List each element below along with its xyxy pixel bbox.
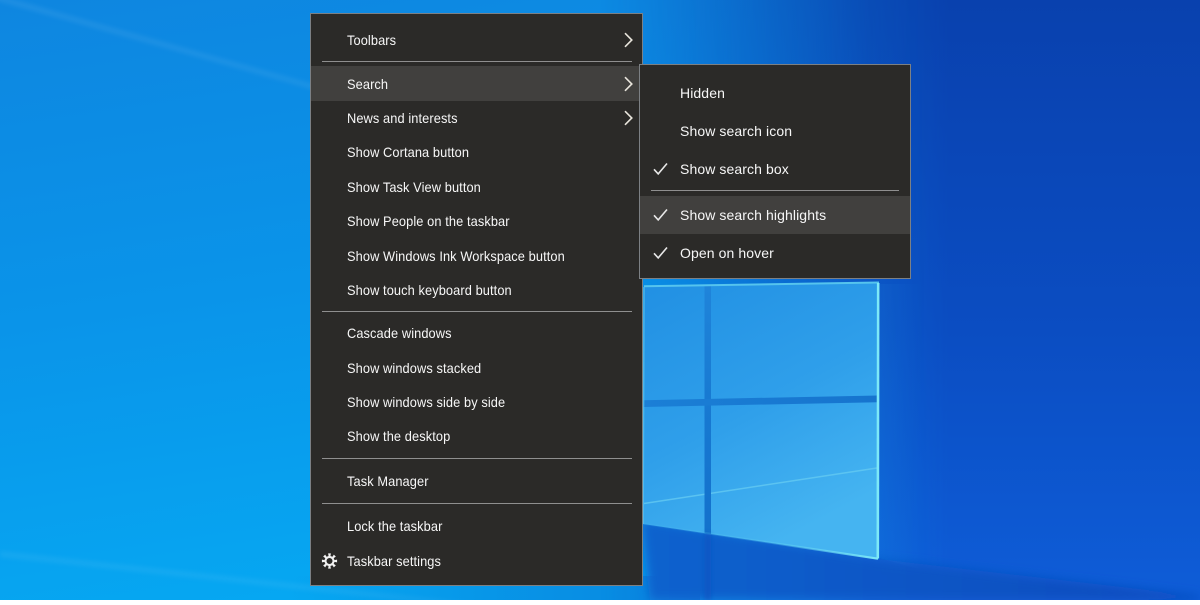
menu-item-label: Show Cortana button	[347, 144, 469, 160]
menu-item-label: Show Task View button	[347, 179, 481, 195]
menu-item-show-windows-ink-workspace-button[interactable]: Show Windows Ink Workspace button	[311, 238, 642, 272]
menu-item-label: Open on hover	[680, 245, 774, 261]
menu-item-label: Hidden	[680, 85, 725, 101]
menu-item-label: Show search highlights	[680, 207, 826, 223]
menu-item-show-task-view-button[interactable]: Show Task View button	[311, 170, 642, 204]
checkmark-icon	[653, 163, 668, 176]
taskbar-context-menu: Toolbars Search News and interests Show Cor…	[310, 13, 643, 586]
menu-item-label: Toolbars	[347, 32, 396, 48]
menu-item-label: Show windows stacked	[347, 360, 481, 376]
menu-item-label: Show the desktop	[347, 428, 450, 444]
menu-separator	[322, 61, 632, 62]
windows-desktop: { "desktop": { "wallpaper": "windows10-l…	[0, 0, 1200, 600]
menu-item-label: Show search box	[680, 161, 789, 177]
menu-item-label: Show People on the taskbar	[347, 213, 510, 229]
menu-item-label: Lock the taskbar	[347, 518, 442, 534]
menu-item-hidden[interactable]: Hidden	[640, 74, 910, 112]
menu-item-lock-the-taskbar[interactable]: Lock the taskbar	[311, 509, 642, 543]
menu-separator	[322, 458, 632, 459]
menu-item-label: Show search icon	[680, 123, 792, 139]
menu-item-show-search-box[interactable]: Show search box	[640, 150, 910, 188]
menu-item-label: Cascade windows	[347, 325, 452, 341]
menu-item-show-touch-keyboard-button[interactable]: Show touch keyboard button	[311, 273, 642, 307]
menu-item-label: Show touch keyboard button	[347, 282, 512, 298]
submenu-arrow-icon	[624, 32, 633, 48]
menu-item-show-windows-side-by-side[interactable]: Show windows side by side	[311, 385, 642, 419]
menu-item-cascade-windows[interactable]: Cascade windows	[311, 316, 642, 350]
menu-separator	[322, 503, 632, 504]
menu-item-show-people-on-the-taskbar[interactable]: Show People on the taskbar	[311, 204, 642, 238]
menu-item-taskbar-settings[interactable]: Taskbar settings	[311, 543, 642, 577]
menu-separator	[322, 311, 632, 312]
menu-item-label: Show Windows Ink Workspace button	[347, 248, 565, 264]
menu-item-label: Show windows side by side	[347, 394, 505, 410]
menu-separator	[651, 190, 899, 191]
menu-item-show-cortana-button[interactable]: Show Cortana button	[311, 135, 642, 169]
menu-item-label: Search	[347, 76, 388, 92]
menu-item-open-on-hover[interactable]: Open on hover	[640, 234, 910, 272]
menu-item-show-windows-stacked[interactable]: Show windows stacked	[311, 351, 642, 385]
checkmark-icon	[653, 247, 668, 260]
menu-item-label: Taskbar settings	[347, 553, 441, 569]
menu-item-label: News and interests	[347, 110, 458, 126]
gear-icon	[321, 552, 338, 569]
submenu-arrow-icon	[624, 110, 633, 126]
menu-item-search[interactable]: Search	[311, 66, 642, 100]
menu-item-show-the-desktop[interactable]: Show the desktop	[311, 419, 642, 453]
menu-item-task-manager[interactable]: Task Manager	[311, 464, 642, 498]
menu-item-show-search-highlights[interactable]: Show search highlights	[640, 196, 910, 234]
menu-item-label: Task Manager	[347, 473, 429, 489]
menu-item-news-and-interests[interactable]: News and interests	[311, 101, 642, 135]
checkmark-icon	[653, 209, 668, 222]
search-submenu: Hidden Show search icon Show search box Sho…	[639, 64, 911, 279]
menu-item-toolbars[interactable]: Toolbars	[311, 23, 642, 57]
menu-item-show-search-icon[interactable]: Show search icon	[640, 112, 910, 150]
submenu-arrow-icon	[624, 76, 633, 92]
